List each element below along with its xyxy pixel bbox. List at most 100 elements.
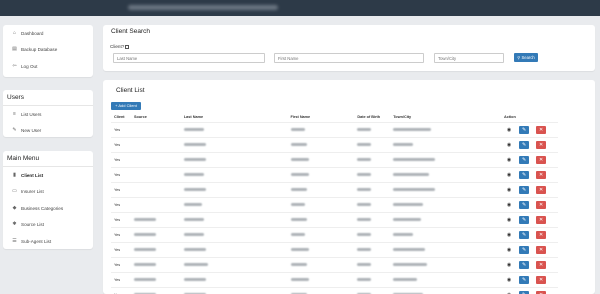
table-row[interactable]: Yes ◉ ✎ ✕ [111, 286, 558, 294]
edit-button[interactable]: ✎ [519, 170, 530, 179]
edit-button[interactable]: ✎ [519, 245, 530, 254]
client-search-panel: Client Search Client? ⚲ Search [103, 25, 595, 71]
edit-button[interactable]: ✎ [519, 200, 530, 209]
client-checkbox[interactable] [125, 44, 130, 49]
database-icon: ▤ [12, 46, 17, 53]
search-button[interactable]: ⚲ Search [514, 53, 538, 62]
view-eye-icon[interactable]: ◉ [504, 261, 514, 269]
close-icon: ✕ [539, 171, 544, 178]
table-row[interactable]: Yes ◉ ✎ ✕ [111, 256, 558, 272]
table-row[interactable]: Yes ◉ ✎ ✕ [111, 271, 558, 287]
delete-button[interactable]: ✕ [536, 200, 547, 209]
redacted-text [183, 248, 206, 251]
table-header-row: Client Source Last Name First Name Date … [111, 113, 558, 122]
sidebar-item-log-out[interactable]: ⇦ Log Out [3, 58, 93, 75]
table-row[interactable]: Yes ◉ ✎ ✕ [111, 241, 558, 257]
redacted-text [183, 143, 206, 146]
sidebar-item-label: New User [21, 128, 42, 134]
edit-button[interactable]: ✎ [519, 155, 530, 164]
last-name-input[interactable] [113, 53, 265, 63]
sidebar-item-label: Insurer List [21, 189, 44, 195]
view-eye-icon[interactable]: ◉ [504, 141, 514, 149]
sidebar-item-dashboard[interactable]: ⌂ Dashboard [3, 25, 93, 42]
delete-button[interactable]: ✕ [536, 245, 547, 254]
edit-button[interactable]: ✎ [519, 230, 530, 239]
edit-button[interactable]: ✎ [519, 215, 530, 224]
sidebar-item-insurer-list[interactable]: ▭ Insurer List [3, 184, 93, 201]
add-client-button[interactable]: + Add Client [111, 102, 141, 110]
redacted-text [183, 173, 204, 176]
pencil-icon: ✎ [521, 261, 527, 268]
client-cell: Yes [111, 181, 131, 197]
pencil-icon: ✎ [521, 141, 527, 148]
edit-button[interactable]: ✎ [519, 140, 530, 149]
view-eye-icon[interactable]: ◉ [504, 156, 514, 164]
delete-button[interactable]: ✕ [536, 275, 547, 284]
sidebar-item-sub-agent-list[interactable]: ☰ Sub-Agent List [3, 233, 93, 250]
source-cell [130, 136, 181, 152]
sidebar-item-business-categories[interactable]: ◆ Business Categories [3, 200, 93, 217]
first-name-cell [287, 151, 355, 167]
table-row[interactable]: Yes ◉ ✎ ✕ [111, 181, 558, 197]
view-eye-icon[interactable]: ◉ [504, 276, 514, 284]
source-cell [130, 181, 181, 197]
delete-button[interactable]: ✕ [536, 125, 547, 134]
redacted-text [290, 278, 309, 281]
delete-button[interactable]: ✕ [536, 170, 547, 179]
date-of-birth-cell [354, 256, 391, 272]
first-name-input[interactable] [274, 53, 424, 63]
edit-button[interactable]: ✎ [519, 275, 530, 284]
view-eye-icon[interactable]: ◉ [504, 171, 514, 179]
town-city-input[interactable] [434, 53, 504, 63]
view-eye-icon[interactable]: ◉ [504, 126, 514, 134]
town-city-cell [390, 226, 501, 242]
sidebar-item-new-user[interactable]: ✎ New User [3, 123, 93, 140]
redacted-text [290, 128, 305, 131]
sidebar-item-source-list[interactable]: ✱ Source List [3, 217, 93, 234]
view-eye-icon[interactable]: ◉ [504, 231, 514, 239]
sidebar-item-backup-database[interactable]: ▤ Backup Database [3, 42, 93, 59]
action-cell: ◉ ✎ ✕ [501, 166, 558, 182]
client-search-title: Client Search [111, 28, 151, 35]
action-cell: ◉ ✎ ✕ [501, 151, 558, 167]
table-row[interactable]: Yes ◉ ✎ ✕ [111, 196, 558, 212]
first-name-cell [287, 166, 355, 182]
client-cell: Yes [111, 241, 131, 257]
pencil-icon: ✎ [521, 276, 527, 283]
delete-button[interactable]: ✕ [536, 215, 547, 224]
last-name-cell [180, 211, 288, 227]
delete-button[interactable]: ✕ [536, 140, 547, 149]
redacted-text [290, 233, 305, 236]
table-row[interactable]: Yes ◉ ✎ ✕ [111, 166, 558, 182]
table-row[interactable]: Yes ◉ ✎ ✕ [111, 151, 558, 167]
sidebar-item-client-list[interactable]: ▮ Client List [3, 167, 93, 184]
delete-button[interactable]: ✕ [536, 230, 547, 239]
table-row[interactable]: Yes ◉ ✎ ✕ [111, 121, 558, 137]
edit-button[interactable]: ✎ [519, 260, 530, 269]
edit-button[interactable]: ✎ [519, 185, 530, 194]
delete-button[interactable]: ✕ [536, 185, 547, 194]
view-eye-icon[interactable]: ◉ [504, 201, 514, 209]
table-row[interactable]: Yes ◉ ✎ ✕ [111, 226, 558, 242]
source-cell [130, 286, 181, 294]
redacted-text [357, 233, 372, 236]
search-icon: ⚲ [517, 55, 521, 60]
view-eye-icon[interactable]: ◉ [504, 216, 514, 224]
pencil-icon: ✎ [521, 171, 527, 178]
redacted-text [357, 218, 372, 221]
action-cell: ◉ ✎ ✕ [501, 136, 558, 152]
sidebar-item-list-users[interactable]: ≡ List Users [3, 106, 93, 123]
redacted-text [357, 158, 372, 161]
delete-button[interactable]: ✕ [536, 260, 547, 269]
table-row[interactable]: Yes ◉ ✎ ✕ [111, 136, 558, 152]
action-cell: ◉ ✎ ✕ [501, 286, 558, 294]
action-cell: ◉ ✎ ✕ [501, 211, 558, 227]
edit-button[interactable]: ✎ [519, 125, 530, 134]
table-row[interactable]: Yes ◉ ✎ ✕ [111, 211, 558, 227]
delete-button[interactable]: ✕ [536, 155, 547, 164]
last-name-cell [180, 151, 288, 167]
view-eye-icon[interactable]: ◉ [504, 246, 514, 254]
view-eye-icon[interactable]: ◉ [504, 186, 514, 194]
redacted-text [357, 173, 372, 176]
date-of-birth-cell [354, 151, 391, 167]
